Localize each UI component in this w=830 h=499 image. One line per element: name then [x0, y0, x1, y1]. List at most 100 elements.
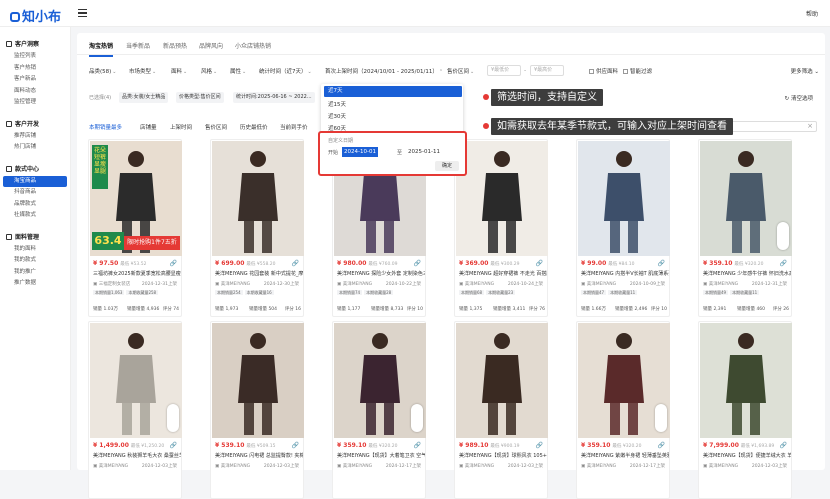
selected-tag[interactable]: 统计时间:2025-06-16 ~ 2022... [233, 92, 315, 103]
sort-price-range[interactable]: 售价区间 [205, 123, 227, 131]
product-image[interactable] [578, 323, 670, 438]
end-date-input[interactable]: 2025-01-11 [408, 149, 440, 155]
product-title[interactable]: 美洋MEIYANG 紫嫩半身裙 轻薄垂坠英雅郊... [581, 452, 669, 459]
shop-name[interactable]: ▣ 美洋MEIYANG [581, 281, 616, 287]
sidebar-item-my-promotion[interactable]: 我的推广 [0, 267, 70, 279]
sort-shop-count[interactable]: 店铺量 [140, 123, 157, 131]
sort-lowest-price[interactable]: 历史最低价 [240, 123, 268, 131]
link-icon[interactable]: 🔗 [170, 442, 177, 449]
shop-name[interactable]: ▣ 美洋MEIYANG [581, 463, 616, 469]
dropdown-option-30d[interactable]: 近30天 [328, 112, 346, 120]
product-title[interactable]: 美洋MEIYANG 花园套装 新中式提花_摩哮V领... [215, 270, 303, 277]
shop-name[interactable]: ▣ 三福定制女装店 [93, 281, 130, 287]
sidebar-item-promotion-data[interactable]: 推广数据 [0, 278, 70, 290]
tab-new-preheat[interactable]: 新品预热 [163, 41, 187, 50]
product-card[interactable]: ¥ 359.10 最低 ¥320.20 🔗 美洋MEIYANG 紫嫩半身裙 轻薄垂坠英… [576, 321, 670, 499]
price-max-input[interactable]: ¥最高价 [530, 65, 564, 76]
sidebar-item-social-styles[interactable]: 社媒款式 [0, 210, 70, 222]
link-icon[interactable]: 🔗 [170, 260, 177, 267]
product-image[interactable] [90, 323, 182, 438]
link-icon[interactable]: 🔗 [658, 442, 665, 449]
shop-name[interactable]: ▣ 美洋MEIYANG [459, 281, 494, 287]
product-card[interactable]: ¥ 539.10 最低 ¥509.15 🔗 美洋MEIYANG 闪电裙 总监提臀款! … [210, 321, 304, 499]
link-icon[interactable]: 🔗 [536, 260, 543, 267]
color-swatch-icon[interactable] [777, 222, 789, 250]
product-title[interactable]: 三福坊裤女2025新款夏季宽松高腰显瘦休闲短裤 [93, 270, 181, 277]
sidebar-group-fabric-manage[interactable]: 面料管理 [0, 232, 70, 244]
product-title[interactable]: 美洋MEIYANG 闪电裙 总监提臀款! 夹棉喇... [215, 452, 303, 459]
product-card[interactable]: ¥ 1,499.00 最低 ¥1,250.20 🔗 美洋MEIYANG 秋装狮羊毛大衣… [88, 321, 182, 499]
link-icon[interactable]: 🔗 [292, 260, 299, 267]
shop-name[interactable]: ▣ 美洋MEIYANG [459, 463, 494, 469]
sidebar-item-monitor-manage[interactable]: 监控管理 [0, 97, 70, 109]
product-image[interactable] [700, 141, 792, 256]
product-card[interactable]: ¥ 359.10 最低 ¥320.20 🔗 美洋MEIYANG【现货】大着笔卫衣 空气… [332, 321, 426, 499]
sort-current-price[interactable]: 当前到手价 [280, 123, 308, 131]
sidebar-item-recommended-shops[interactable]: 推荐店铺 [0, 131, 70, 143]
sidebar-group-customer-dev[interactable]: 客户开发 [0, 119, 70, 131]
filter-market-type[interactable]: 市场类型⌄ [129, 67, 156, 75]
sort-sales[interactable]: 本期销量最多 [89, 123, 122, 131]
link-icon[interactable]: 🔗 [414, 442, 421, 449]
product-image[interactable] [334, 323, 426, 438]
filter-price-range[interactable]: 售价区间⌄ [447, 67, 474, 75]
menu-collapse-icon[interactable] [78, 9, 87, 17]
product-image[interactable] [578, 141, 670, 256]
product-card[interactable]: ¥ 989.10 最低 ¥900.19 🔗 美洋MEIYANG【现货】球熙风衣 105… [454, 321, 548, 499]
dropdown-option-15d[interactable]: 近15天 [328, 100, 346, 108]
product-image[interactable] [212, 141, 304, 256]
product-image[interactable] [456, 141, 548, 256]
product-image[interactable] [212, 323, 304, 438]
product-card[interactable]: ¥ 699.00 最低 ¥558.20 🔗 美洋MEIYANG 花园套装 新中式提花_… [210, 139, 304, 317]
start-date-input[interactable]: 2024-10-01 [342, 147, 378, 157]
shop-name[interactable]: ▣ 美洋MEIYANG [215, 281, 250, 287]
filter-attribute[interactable]: 属性⌄ [230, 67, 246, 75]
sidebar-group-customer-insight[interactable]: 客户洞察 [0, 39, 70, 51]
sidebar-item-monitor-list[interactable]: 监控列表 [0, 51, 70, 63]
sidebar-item-brand-styles[interactable]: 品牌款式 [0, 199, 70, 211]
product-title[interactable]: 美洋MEIYANG 秋装狮羊毛大衣 桑蚕丝羊毛... [93, 452, 181, 459]
color-swatch-icon[interactable] [411, 404, 423, 432]
product-image[interactable] [700, 323, 792, 438]
product-title[interactable]: 美洋MEIYANG 内搭半V长袖T 肌底薄系列-U... [581, 270, 669, 277]
product-title[interactable]: 美洋MEIYANG 超好穿裙裤 不走光 百搭腰带... [459, 270, 547, 277]
shop-name[interactable]: ▣ 美洋MEIYANG [337, 463, 372, 469]
clear-options-button[interactable]: ↻ 清空选项 [785, 94, 813, 102]
link-icon[interactable]: 🔗 [780, 260, 787, 267]
link-icon[interactable]: 🔗 [658, 260, 665, 267]
product-title[interactable]: 美洋MEIYANG 少年感牛仔裤 怀旧洗水高腰... [703, 270, 791, 277]
link-icon[interactable]: 🔗 [536, 442, 543, 449]
product-image[interactable]: 花朵短裤显瘦显腿 63.4 限时抢购1件7五折 [90, 141, 182, 256]
link-icon[interactable]: 🔗 [292, 442, 299, 449]
sidebar-item-my-styles[interactable]: 我的款式 [0, 255, 70, 267]
product-title[interactable]: 美洋MEIYANG 探险少女外套 定制染色三防... [337, 270, 425, 277]
sidebar-item-customer-new[interactable]: 客户新品 [0, 74, 70, 86]
price-min-input[interactable]: ¥最低价 [487, 65, 521, 76]
shop-name[interactable]: ▣ 美洋MEIYANG [93, 463, 128, 469]
filter-fabric[interactable]: 面料⌄ [171, 67, 187, 75]
tab-taobao-hot[interactable]: 淘宝热销 [89, 41, 114, 57]
sidebar-item-my-fabrics[interactable]: 我的面料 [0, 244, 70, 256]
sidebar-item-douyin-products[interactable]: 抖音商品 [0, 187, 70, 199]
color-swatch-icon[interactable] [167, 404, 179, 432]
color-swatch-icon[interactable] [655, 404, 667, 432]
help-link[interactable]: 帮助 [806, 9, 818, 18]
link-icon[interactable]: 🔗 [414, 260, 421, 267]
sidebar-item-taobao-products[interactable]: 淘宝商品 [3, 175, 67, 187]
filter-stat-time[interactable]: 统计时间（近7天）⌄ [259, 67, 312, 75]
product-card[interactable]: 花朵短裤显瘦显腿 63.4 限时抢购1件7五折 ¥ 97.50 最低 ¥53.52 🔗 三福… [88, 139, 182, 317]
product-title[interactable]: 美洋MEIYANG【现货】便捷羊绒大衣 羊绒... [703, 452, 791, 459]
sidebar-item-customer-hot[interactable]: 客户热销 [0, 63, 70, 75]
filter-category[interactable]: 品类(58)⌄ [89, 67, 117, 75]
sidebar-item-hot-shops[interactable]: 热门店铺 [0, 142, 70, 154]
shop-name[interactable]: ▣ 美洋MEIYANG [215, 463, 250, 469]
product-title[interactable]: 美洋MEIYANG【现货】大着笔卫衣 空气层... [337, 452, 425, 459]
product-card[interactable]: ¥ 99.00最低 ¥84.10 🔗 美洋MEIYANG 内搭半V长袖T 肌底薄系列… [576, 139, 670, 317]
sort-listed-time[interactable]: 上架时间 [170, 123, 192, 131]
supply-fabric-checkbox[interactable]: 供应面料 [589, 67, 618, 75]
selected-tag[interactable]: 价格类型:售价区间 [176, 92, 224, 103]
sidebar-group-style-center[interactable]: 款式中心 [0, 164, 70, 176]
more-filters-button[interactable]: 更多筛选 ⌄ [791, 67, 819, 75]
shop-name[interactable]: ▣ 美洋MEIYANG [337, 281, 372, 287]
shop-name[interactable]: ▣ 美洋MEIYANG [703, 281, 738, 287]
